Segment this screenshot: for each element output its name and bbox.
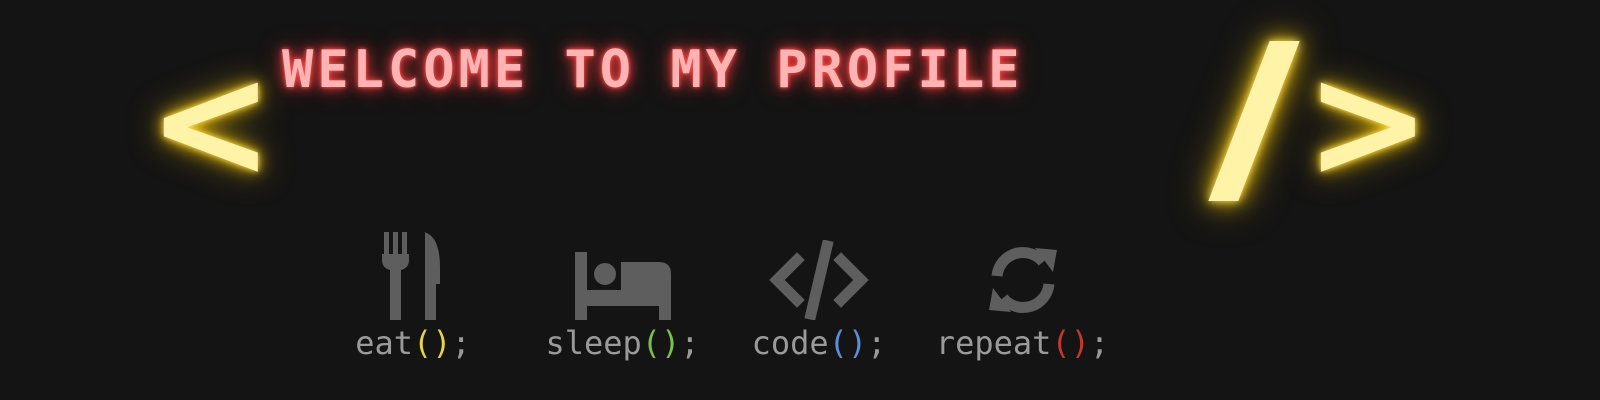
fork-knife-icon: [382, 232, 440, 320]
code-icon: [769, 240, 869, 320]
activity-repeat: repeat();: [925, 240, 1120, 362]
profile-banner: < WELCOME TO MY PROFILE > eat(); sleep()…: [0, 0, 1600, 400]
activity-sleep: sleep();: [535, 232, 710, 362]
activity-eat: eat();: [348, 232, 478, 362]
activity-label: eat();: [355, 324, 471, 362]
activity-code: code();: [744, 240, 894, 362]
slash-bar: [1208, 41, 1300, 201]
bed-icon: [574, 252, 671, 320]
activity-label: sleep();: [545, 324, 700, 362]
activity-label: repeat();: [935, 324, 1110, 362]
activity-label: code();: [751, 324, 887, 362]
page-title: WELCOME TO MY PROFILE: [282, 40, 1024, 100]
left-angle-bracket: <: [148, 31, 274, 215]
repeat-icon: [988, 247, 1057, 313]
right-angle-bracket: >: [1305, 31, 1431, 215]
